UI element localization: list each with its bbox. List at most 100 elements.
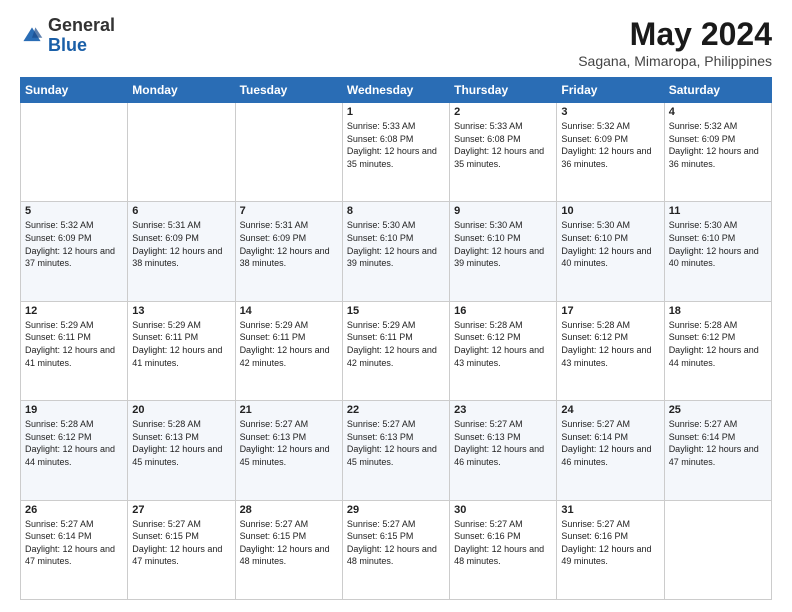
calendar-table: Sunday Monday Tuesday Wednesday Thursday…	[20, 77, 772, 600]
day-header-row: Sunday Monday Tuesday Wednesday Thursday…	[21, 78, 772, 103]
day-cell: 7Sunrise: 5:31 AM Sunset: 6:09 PM Daylig…	[235, 202, 342, 301]
day-cell: 6 Sunrise: 5:31 AM Sunset: 6:09 PM Daylig…	[128, 202, 235, 301]
day-info: Sunrise: 5:27 AM Sunset: 6:15 PM Dayligh…	[132, 518, 230, 568]
day-number: 19	[25, 404, 123, 416]
col-saturday: Saturday	[664, 78, 771, 103]
day-info: Sunrise: 5:30 AM Sunset: 6:10 PM Dayligh…	[561, 219, 659, 269]
day-cell	[235, 103, 342, 202]
day-info: Sunrise: 5:28 AM Sunset: 6:12 PM Dayligh…	[25, 418, 123, 468]
day-info: Sunrise: 5:32 AM Sunset: 6:09 PM Dayligh…	[25, 219, 123, 269]
day-number: 30	[454, 504, 552, 516]
day-info: Sunrise: 5:29 AM Sunset: 6:11 PM Dayligh…	[25, 319, 123, 369]
day-number: 10	[561, 205, 659, 217]
day-cell: 26 Sunrise: 5:27 AM Sunset: 6:14 PM Dayli…	[21, 500, 128, 599]
day-cell: 25 Sunrise: 5:27 AM Sunset: 6:14 PM Dayli…	[664, 401, 771, 500]
day-info: Sunrise: 5:31 AM Sunset: 6:09 PM Dayligh…	[240, 219, 338, 269]
day-info: Sunrise: 5:27 AM Sunset: 6:14 PM Dayligh…	[669, 418, 767, 468]
day-number: 22	[347, 404, 445, 416]
day-number: 4	[669, 106, 767, 118]
day-cell: 4 Sunrise: 5:32 AM Sunset: 6:09 PM Daylig…	[664, 103, 771, 202]
header: General Blue May 2024 Sagana, Mimaropa, …	[20, 16, 772, 69]
day-number: 26	[25, 504, 123, 516]
day-cell: 8 Sunrise: 5:30 AM Sunset: 6:10 PM Daylig…	[342, 202, 449, 301]
day-cell: 3 Sunrise: 5:32 AM Sunset: 6:09 PM Daylig…	[557, 103, 664, 202]
week-row-5: 26 Sunrise: 5:27 AM Sunset: 6:14 PM Dayli…	[21, 500, 772, 599]
day-info: Sunrise: 5:32 AM Sunset: 6:09 PM Dayligh…	[669, 120, 767, 170]
day-number: 20	[132, 404, 230, 416]
day-number: 3	[561, 106, 659, 118]
day-cell: 15Sunrise: 5:29 AM Sunset: 6:11 PM Dayli…	[342, 301, 449, 400]
day-number: 23	[454, 404, 552, 416]
logo: General Blue	[20, 16, 115, 56]
day-number: 28	[240, 504, 338, 516]
col-wednesday: Wednesday	[342, 78, 449, 103]
logo-icon	[20, 24, 44, 48]
day-info: Sunrise: 5:28 AM Sunset: 6:12 PM Dayligh…	[454, 319, 552, 369]
day-info: Sunrise: 5:27 AM Sunset: 6:14 PM Dayligh…	[561, 418, 659, 468]
day-cell: 30Sunrise: 5:27 AM Sunset: 6:16 PM Dayli…	[450, 500, 557, 599]
day-cell	[664, 500, 771, 599]
day-number: 11	[669, 205, 767, 217]
day-cell: 12 Sunrise: 5:29 AM Sunset: 6:11 PM Dayli…	[21, 301, 128, 400]
day-number: 2	[454, 106, 552, 118]
day-cell: 9 Sunrise: 5:30 AM Sunset: 6:10 PM Daylig…	[450, 202, 557, 301]
col-friday: Friday	[557, 78, 664, 103]
day-info: Sunrise: 5:30 AM Sunset: 6:10 PM Dayligh…	[347, 219, 445, 269]
day-number: 21	[240, 404, 338, 416]
day-info: Sunrise: 5:29 AM Sunset: 6:11 PM Dayligh…	[347, 319, 445, 369]
day-cell: 23Sunrise: 5:27 AM Sunset: 6:13 PM Dayli…	[450, 401, 557, 500]
title-block: May 2024 Sagana, Mimaropa, Philippines	[578, 16, 772, 69]
day-info: Sunrise: 5:27 AM Sunset: 6:15 PM Dayligh…	[240, 518, 338, 568]
day-cell: 10 Sunrise: 5:30 AM Sunset: 6:10 PM Dayli…	[557, 202, 664, 301]
day-cell: 1 Sunrise: 5:33 AM Sunset: 6:08 PM Daylig…	[342, 103, 449, 202]
week-row-2: 5Sunrise: 5:32 AM Sunset: 6:09 PM Daylig…	[21, 202, 772, 301]
day-number: 1	[347, 106, 445, 118]
day-info: Sunrise: 5:27 AM Sunset: 6:13 PM Dayligh…	[347, 418, 445, 468]
day-info: Sunrise: 5:28 AM Sunset: 6:12 PM Dayligh…	[561, 319, 659, 369]
day-info: Sunrise: 5:31 AM Sunset: 6:09 PM Dayligh…	[132, 219, 230, 269]
day-cell	[21, 103, 128, 202]
logo-text: General Blue	[48, 16, 115, 56]
day-cell: 27 Sunrise: 5:27 AM Sunset: 6:15 PM Dayli…	[128, 500, 235, 599]
day-cell: 31 Sunrise: 5:27 AM Sunset: 6:16 PM Dayli…	[557, 500, 664, 599]
day-number: 16	[454, 305, 552, 317]
logo-blue-text: Blue	[48, 35, 87, 55]
day-cell: 5Sunrise: 5:32 AM Sunset: 6:09 PM Daylig…	[21, 202, 128, 301]
day-cell	[128, 103, 235, 202]
day-cell: 19 Sunrise: 5:28 AM Sunset: 6:12 PM Dayli…	[21, 401, 128, 500]
col-tuesday: Tuesday	[235, 78, 342, 103]
day-number: 31	[561, 504, 659, 516]
page: General Blue May 2024 Sagana, Mimaropa, …	[0, 0, 792, 612]
day-cell: 21Sunrise: 5:27 AM Sunset: 6:13 PM Dayli…	[235, 401, 342, 500]
week-row-1: 1 Sunrise: 5:33 AM Sunset: 6:08 PM Daylig…	[21, 103, 772, 202]
day-number: 8	[347, 205, 445, 217]
title-location: Sagana, Mimaropa, Philippines	[578, 53, 772, 69]
col-sunday: Sunday	[21, 78, 128, 103]
day-info: Sunrise: 5:28 AM Sunset: 6:12 PM Dayligh…	[669, 319, 767, 369]
col-thursday: Thursday	[450, 78, 557, 103]
day-cell: 29 Sunrise: 5:27 AM Sunset: 6:15 PM Dayli…	[342, 500, 449, 599]
day-number: 25	[669, 404, 767, 416]
day-cell: 11Sunrise: 5:30 AM Sunset: 6:10 PM Dayli…	[664, 202, 771, 301]
day-number: 12	[25, 305, 123, 317]
day-cell: 22 Sunrise: 5:27 AM Sunset: 6:13 PM Dayli…	[342, 401, 449, 500]
day-info: Sunrise: 5:27 AM Sunset: 6:14 PM Dayligh…	[25, 518, 123, 568]
day-info: Sunrise: 5:27 AM Sunset: 6:15 PM Dayligh…	[347, 518, 445, 568]
day-cell: 18Sunrise: 5:28 AM Sunset: 6:12 PM Dayli…	[664, 301, 771, 400]
day-info: Sunrise: 5:29 AM Sunset: 6:11 PM Dayligh…	[132, 319, 230, 369]
day-info: Sunrise: 5:33 AM Sunset: 6:08 PM Dayligh…	[347, 120, 445, 170]
day-cell: 20 Sunrise: 5:28 AM Sunset: 6:13 PM Dayli…	[128, 401, 235, 500]
day-number: 9	[454, 205, 552, 217]
day-info: Sunrise: 5:30 AM Sunset: 6:10 PM Dayligh…	[454, 219, 552, 269]
day-info: Sunrise: 5:32 AM Sunset: 6:09 PM Dayligh…	[561, 120, 659, 170]
day-number: 6	[132, 205, 230, 217]
day-cell: 16 Sunrise: 5:28 AM Sunset: 6:12 PM Dayli…	[450, 301, 557, 400]
week-row-3: 12 Sunrise: 5:29 AM Sunset: 6:11 PM Dayli…	[21, 301, 772, 400]
day-number: 29	[347, 504, 445, 516]
day-cell: 14Sunrise: 5:29 AM Sunset: 6:11 PM Dayli…	[235, 301, 342, 400]
day-info: Sunrise: 5:28 AM Sunset: 6:13 PM Dayligh…	[132, 418, 230, 468]
day-number: 27	[132, 504, 230, 516]
day-info: Sunrise: 5:33 AM Sunset: 6:08 PM Dayligh…	[454, 120, 552, 170]
logo-general: General	[48, 15, 115, 35]
day-info: Sunrise: 5:27 AM Sunset: 6:16 PM Dayligh…	[561, 518, 659, 568]
